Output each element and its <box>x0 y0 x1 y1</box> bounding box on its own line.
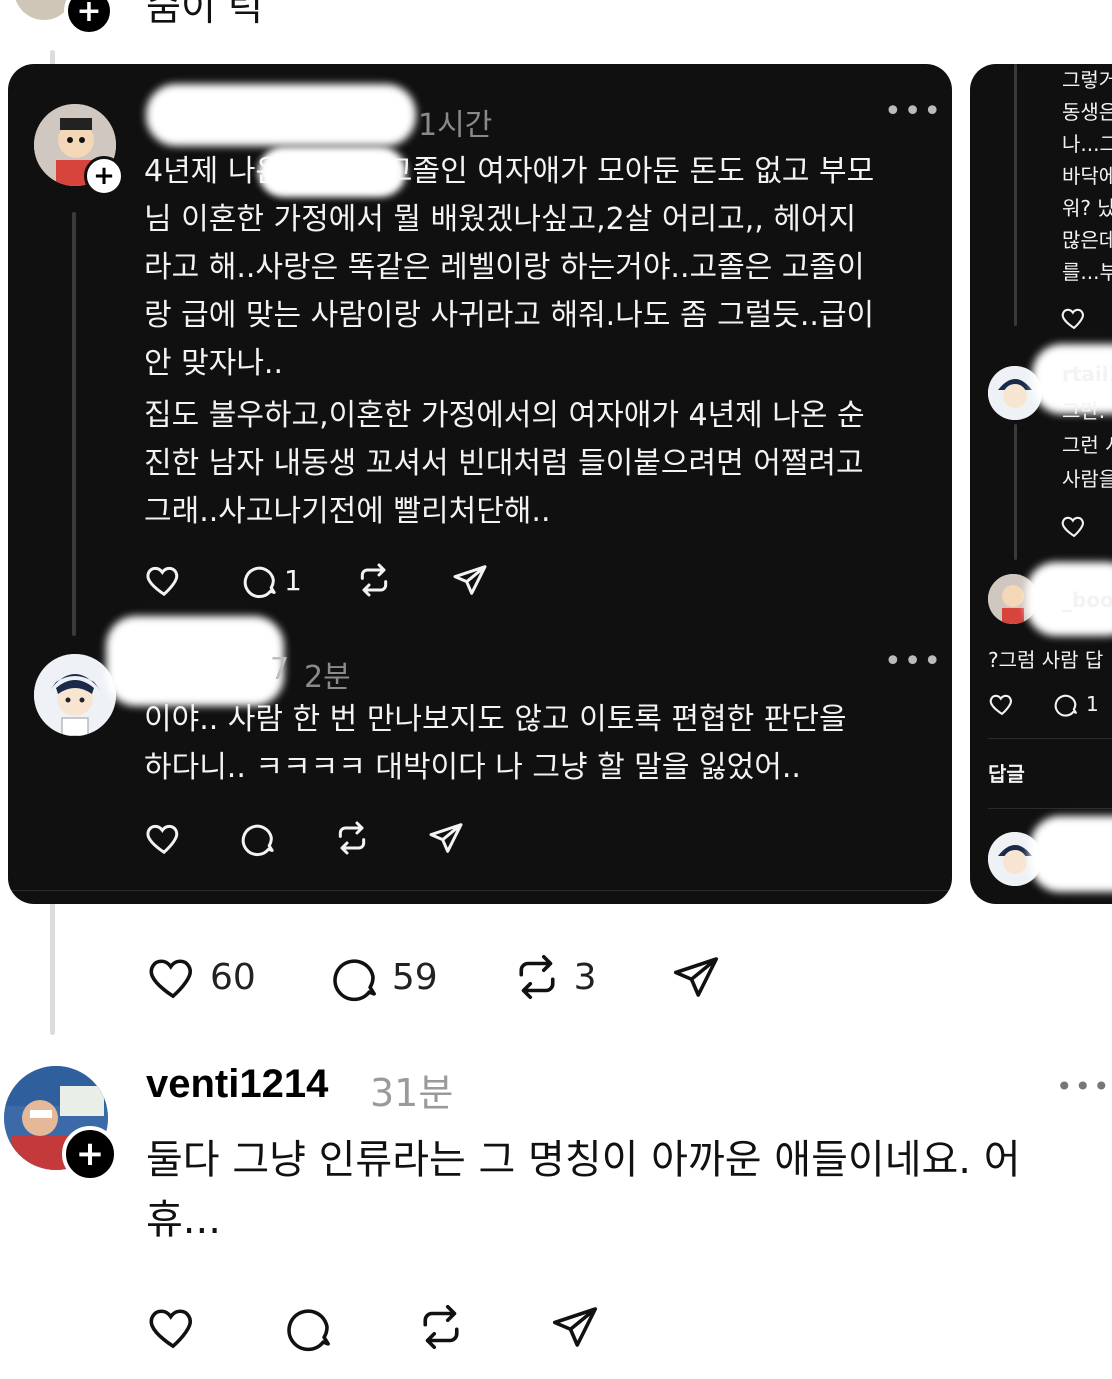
comment-time: 31분 <box>370 1071 454 1115</box>
more-icon[interactable]: ••• <box>884 94 943 129</box>
repost-count: 3 <box>573 956 597 998</box>
send-icon[interactable] <box>450 560 490 600</box>
text-line: 그래..사고나기전에 빨리처단해.. <box>144 494 551 529</box>
text-line: 사람을 <box>1062 467 1112 491</box>
side-user3-actions: 1 <box>988 690 1099 718</box>
post1-time: 1시간 <box>418 108 493 143</box>
text-line: 안 맞자나.. <box>144 346 284 381</box>
repost-icon[interactable] <box>354 560 394 600</box>
text-line: 휴... <box>146 1197 221 1243</box>
text-line: 님 이혼한 가정에서 뭘 배웠겠나싶고,2살 어리고,, 헤어지 <box>144 202 857 237</box>
post1-paragraph1: 4년제 나온 집에서 고졸인 여자애가 모아둔 돈도 없고 부모 님 이혼한 가… <box>144 148 934 388</box>
plus-icon[interactable]: + <box>84 156 124 196</box>
text-line: 랑 급에 맞는 사람이랑 사귀라고 해줘.나도 좀 그럴듯..급이 <box>144 298 875 333</box>
heart-icon[interactable] <box>146 1300 200 1354</box>
text-line: 많은데 <box>1062 228 1112 252</box>
heart-icon[interactable] <box>1060 512 1088 540</box>
post-actions: 60 59 3 <box>146 950 723 1004</box>
text-line: 그렇거 <box>1062 68 1112 92</box>
text-line: 둘다 그냥 인류라는 그 명칭이 아까운 애들이네요. 어 <box>146 1137 1021 1183</box>
side-user3-name: _boo <box>1062 588 1112 612</box>
text-line: 그만. <box>1062 399 1106 423</box>
heart-icon[interactable] <box>988 690 1016 718</box>
heart-icon[interactable] <box>1060 304 1088 332</box>
text-line: 하다니.. ㅋㅋㅋㅋ 대박이다 나 그냥 할 말을 잃었어.. <box>144 750 801 785</box>
heart-icon[interactable] <box>144 560 184 600</box>
reply-count: 1 <box>284 563 302 597</box>
redacted-username <box>1030 816 1112 892</box>
quoted-screenshot-card[interactable]: + 1시간 ••• 4년제 나온 집에서 고졸인 여자애가 모아둔 돈도 없고 … <box>8 64 952 904</box>
thread-line-dark <box>1014 64 1017 326</box>
avatar-post2[interactable] <box>34 654 116 736</box>
side-user3-text: ?그럼 사람 답 <box>988 648 1104 672</box>
repost-icon[interactable] <box>414 1300 468 1354</box>
post1-paragraph2: 집도 불우하고,이혼한 가정에서의 여자애가 4년제 나온 순 진한 남자 내동… <box>144 392 934 536</box>
text-line: 나...그 <box>1062 132 1112 156</box>
text-line: 동생은 <box>1062 100 1112 124</box>
send-icon[interactable] <box>669 950 723 1004</box>
text-line: 진한 남자 내동생 꼬셔서 빈대처럼 들이붙으려면 어쩔려고 <box>144 446 864 481</box>
text-line: 그런 시 <box>1062 433 1112 457</box>
divider <box>988 808 1112 809</box>
divider <box>988 738 1112 739</box>
divider <box>8 890 952 891</box>
quoted-screenshot-card-2[interactable]: 그렇거 동생은 나...그 바닥에 워? 났 많은데 를...부 rtail1 … <box>970 64 1112 904</box>
redacted-username <box>146 84 416 146</box>
side-user2-name: rtail1 <box>1062 362 1112 386</box>
comment-username[interactable]: venti1214 <box>146 1062 328 1107</box>
like-count: 60 <box>210 956 256 998</box>
repost-icon[interactable] <box>332 818 372 858</box>
text-line: 집도 불우하고,이혼한 가정에서의 여자애가 4년제 나온 순 <box>144 398 865 433</box>
comment-count: 59 <box>391 956 438 998</box>
reply-count: 1 <box>1086 692 1099 716</box>
post1-actions: 1 <box>144 560 490 600</box>
send-icon[interactable] <box>426 818 466 858</box>
comment-text: 둘다 그냥 인류라는 그 명칭이 아까운 애들이네요. 어 휴... <box>146 1130 1096 1250</box>
send-icon[interactable] <box>548 1300 602 1354</box>
text-line: 바닥에 <box>1062 164 1112 188</box>
repost-icon[interactable] <box>510 950 564 1004</box>
text-line: 워? 났 <box>1062 196 1112 220</box>
comment-icon[interactable] <box>328 950 382 1004</box>
reply-tab-label[interactable]: 답글 <box>988 758 1025 787</box>
comment-icon[interactable] <box>238 818 278 858</box>
text-line: 라고 해..사랑은 똑같은 레벨이랑 하는거야..고졸은 고졸이 <box>144 250 865 285</box>
heart-icon[interactable] <box>146 950 200 1004</box>
post-text-partial: 숨이 턱 <box>146 0 263 29</box>
thread-line-dark <box>72 212 76 636</box>
comment-icon[interactable] <box>1052 690 1080 718</box>
side-user2-text: 그만. 그런 시 사람을 <box>1062 394 1112 496</box>
post2-text: 이야.. 사람 한 번 만나보지도 않고 이토록 편협한 판단을 하다니.. ㅋ… <box>144 696 934 792</box>
thread-line-dark <box>1014 424 1017 560</box>
post2-username-tail: 7 <box>270 652 290 687</box>
more-icon[interactable]: ••• <box>884 644 943 679</box>
comment-actions <box>146 1300 602 1354</box>
post2-time: 2분 <box>304 660 351 695</box>
comment-icon[interactable] <box>282 1300 336 1354</box>
more-icon[interactable]: ••• <box>1056 1070 1112 1103</box>
text-line: 를...부 <box>1062 260 1112 284</box>
redacted-text <box>260 150 400 194</box>
post2-actions <box>144 818 466 858</box>
side-text-top: 그렇거 동생은 나...그 바닥에 워? 났 많은데 를...부 <box>1062 64 1112 288</box>
redacted-username <box>106 616 284 706</box>
comment-icon[interactable] <box>240 560 280 600</box>
text-line: 이야.. 사람 한 번 만나보지도 않고 이토록 편협한 판단을 <box>144 702 847 737</box>
plus-icon[interactable]: + <box>62 1126 118 1182</box>
plus-icon[interactable]: + <box>64 0 114 36</box>
heart-icon[interactable] <box>144 818 184 858</box>
